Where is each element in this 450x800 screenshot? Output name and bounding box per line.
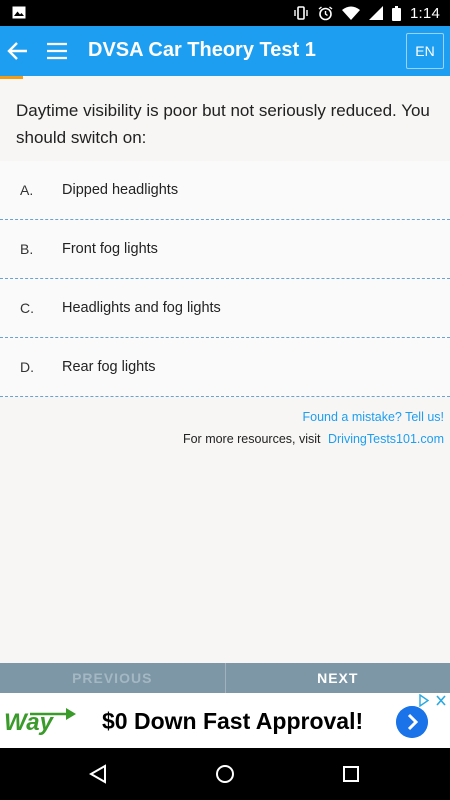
image-icon xyxy=(12,6,26,19)
next-button[interactable]: NEXT xyxy=(226,663,450,693)
answer-letter: C. xyxy=(20,300,34,316)
status-bar: 1:14 xyxy=(0,0,450,26)
answer-text: Front fog lights xyxy=(62,241,158,257)
answer-letter: B. xyxy=(20,241,34,257)
answer-text: Dipped headlights xyxy=(62,182,179,198)
menu-icon[interactable] xyxy=(45,39,69,63)
wifi-icon xyxy=(342,6,360,20)
question-navigation: PREVIOUS NEXT xyxy=(0,663,450,693)
answer-option-b[interactable]: B. Front fog lights xyxy=(0,220,450,279)
battery-icon xyxy=(392,5,401,21)
system-back-icon[interactable] xyxy=(88,764,108,784)
resources-site-link[interactable]: DrivingTests101.com xyxy=(328,432,444,446)
system-recents-icon[interactable] xyxy=(342,765,360,783)
resources-prefix: For more resources, visit xyxy=(182,432,321,446)
ad-choices-icon[interactable] xyxy=(418,694,448,707)
system-navigation-bar xyxy=(0,748,450,800)
alarm-icon xyxy=(318,5,333,20)
answer-text: Rear fog lights xyxy=(62,359,156,375)
signal-icon xyxy=(369,6,383,20)
vibrate-icon xyxy=(294,6,308,20)
system-home-icon[interactable] xyxy=(215,764,235,784)
ad-chevron-right-icon[interactable] xyxy=(396,706,428,738)
app-title: DVSA Car Theory Test 1 xyxy=(88,39,316,61)
ad-headline: $0 Down Fast Approval! xyxy=(102,708,364,734)
answer-option-c[interactable]: C. Headlights and fog lights xyxy=(0,279,450,338)
answer-letter: A. xyxy=(20,182,34,198)
status-time: 1:14 xyxy=(410,4,440,22)
resources-line: For more resources, visit DrivingTests10… xyxy=(183,432,444,446)
back-arrow-icon[interactable] xyxy=(6,39,30,63)
answer-text: Headlights and fog lights xyxy=(62,300,221,316)
report-mistake-link[interactable]: Found a mistake? Tell us! xyxy=(302,410,444,424)
app-bar: DVSA Car Theory Test 1 EN xyxy=(0,26,450,76)
answer-list: A. Dipped headlights B. Front fog lights… xyxy=(0,161,450,397)
ad-banner[interactable]: Way $0 Down Fast Approval! xyxy=(0,693,450,748)
previous-button[interactable]: PREVIOUS xyxy=(0,663,226,693)
answer-option-d[interactable]: D. Rear fog lights xyxy=(0,338,450,397)
ad-logo-arrow-icon xyxy=(30,708,76,720)
language-button[interactable]: EN xyxy=(406,33,444,69)
answer-option-a[interactable]: A. Dipped headlights xyxy=(0,161,450,220)
question-text: Daytime visibility is poor but not serio… xyxy=(16,101,430,147)
answer-letter: D. xyxy=(20,359,34,375)
question-panel: Daytime visibility is poor but not serio… xyxy=(0,79,450,663)
